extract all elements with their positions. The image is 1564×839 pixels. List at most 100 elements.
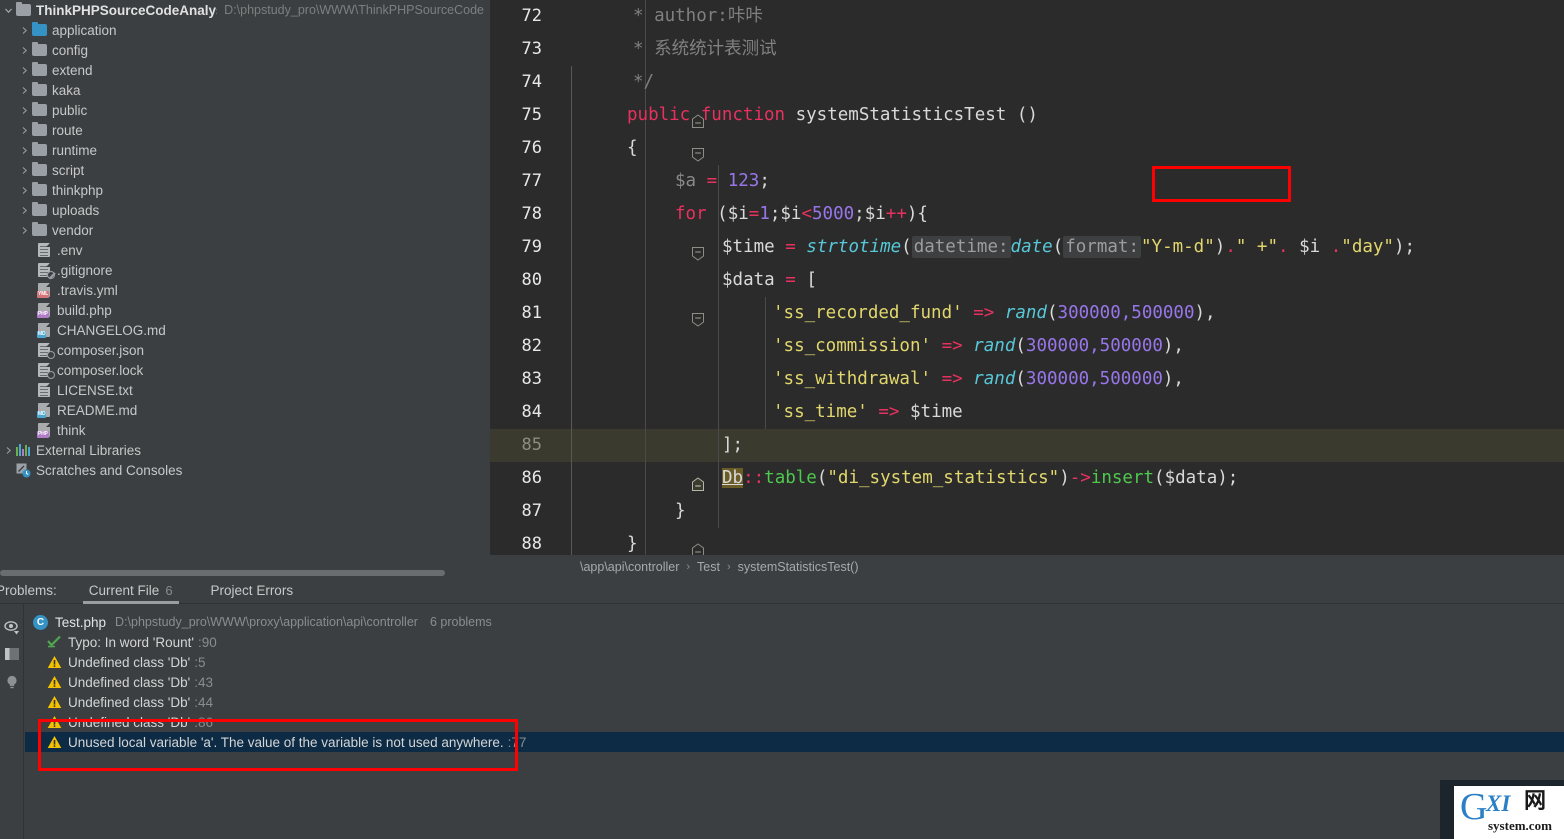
code-line[interactable]: 86 Db::table("di_system_statistics")->in… [490,462,1564,495]
fold-region-start-icon[interactable] [565,108,705,162]
tree-row-route[interactable]: route [0,120,490,140]
scrollbar-thumb[interactable] [0,570,445,576]
chevron-right-icon[interactable] [18,26,31,35]
code-token-text: ); [1217,468,1239,488]
code-line[interactable]: 78 for ($i=1;$i<5000;$i++){ [490,198,1564,261]
code-line[interactable]: 88 } [490,528,1564,555]
tree-row-readme-md[interactable]: MD README.md [0,400,490,420]
problems-list[interactable]: C Test.php D:\phpstudy_pro\WWW\proxy\app… [25,604,1564,839]
code-line[interactable]: 74 */ [490,66,1564,128]
chevron-right-icon[interactable] [18,126,31,135]
tree-row-composer-lock[interactable]: composer.lock [0,360,490,380]
project-tree-panel[interactable]: ThinkPHPSourceCodeAnalysis D:\phpstudy_p… [0,0,490,578]
chevron-right-icon[interactable] [18,146,31,155]
problem-row[interactable]: Typo: In word 'Rount' :90 [25,632,1564,652]
chevron-right-icon[interactable] [18,86,31,95]
tree-row-external-libraries[interactable]: External Libraries [0,440,490,460]
chevron-right-icon[interactable] [18,166,31,175]
code-token-number: 300000,500000 [1025,336,1163,356]
php-class-badge: C [33,614,48,630]
fold-region-end-icon[interactable] [565,438,705,491]
tree-row-script[interactable]: script [0,160,490,180]
tree-row-root[interactable]: ThinkPHPSourceCodeAnalysis D:\phpstudy_p… [0,0,490,20]
tree-row-kaka[interactable]: kaka [0,80,490,100]
problem-row[interactable]: Undefined class 'Db' :44 [25,692,1564,712]
tree-root-label: ThinkPHPSourceCodeAnalysis [36,2,218,18]
breadcrumb[interactable]: \app\api\controller › Test › systemStati… [490,555,1564,578]
code-line[interactable]: 72 * author:咔咔 [490,0,1564,33]
tree-row-build-php[interactable]: PHP build.php [0,300,490,320]
problem-row-selected[interactable]: Unused local variable 'a'. The value of … [25,732,1564,752]
breadcrumb-item-namespace[interactable]: \app\api\controller [580,560,679,574]
code-editor[interactable]: 72 * author:咔咔 73 * 系统统计表测试 74 */ 75 pub… [490,0,1564,578]
tree-row-changelog-md[interactable]: MD CHANGELOG.md [0,320,490,340]
breadcrumb-item-method[interactable]: systemStatisticsTest() [738,560,859,574]
tree-row-config[interactable]: config [0,40,490,60]
tab-project-errors[interactable]: Project Errors [205,578,300,604]
chevron-right-icon[interactable] [18,106,31,115]
warning-icon [47,675,62,689]
tree-item-label: Scratches and Consoles [36,462,183,478]
problems-file-group-row[interactable]: C Test.php D:\phpstudy_pro\WWW\proxy\app… [25,612,1564,632]
tree-row-thinkphp[interactable]: thinkphp [0,180,490,200]
problem-line-number: :86 [194,714,213,730]
code-line[interactable]: 73 * 系统统计表测试 [490,33,1564,66]
code-line[interactable]: 83 'ss_withdrawal' => rand(300000,500000… [490,363,1564,396]
code-line[interactable]: 82 'ss_commission' => rand(300000,500000… [490,330,1564,363]
tree-row-travis-yml[interactable]: YML .travis.yml [0,280,490,300]
tree-row-extend[interactable]: extend [0,60,490,80]
fold-region-end-icon[interactable] [565,504,705,555]
code-line[interactable]: 81 'ss_recorded_fund' => rand(300000,500… [490,297,1564,330]
tree-row-vendor[interactable]: vendor [0,220,490,240]
chevron-right-icon[interactable] [18,206,31,215]
fold-region-end-icon[interactable] [565,75,705,128]
chevron-right-icon[interactable] [18,186,31,195]
code-line[interactable]: 76 { [490,132,1564,165]
tree-row-composer-json[interactable]: composer.json [0,340,490,360]
code-token-array-key: 'ss_commission' [773,336,932,356]
chevron-right-icon[interactable] [18,66,31,75]
inspection-eye-icon[interactable] [4,620,20,636]
code-line[interactable]: 77 $a = 123; [490,165,1564,198]
fold-gutter-line [571,396,572,429]
tree-row-application[interactable]: application [0,20,490,40]
indent-guide [645,495,646,528]
layout-panel-icon[interactable] [4,646,20,662]
problem-line-number: :44 [194,694,213,710]
indent-guide [718,264,719,297]
chevron-down-icon[interactable] [2,6,15,15]
code-line-highlighted[interactable]: 85 ]; [490,429,1564,491]
tree-row-gitignore[interactable]: .gitignore [0,260,490,280]
project-tree-horizontal-scrollbar[interactable] [0,568,490,578]
fold-region-start-icon[interactable] [565,273,705,327]
lightbulb-icon[interactable] [4,674,20,690]
indent-guide [718,363,719,396]
breadcrumb-item-class[interactable]: Test [697,560,720,574]
tree-row-env[interactable]: .env [0,240,490,260]
code-token-arrow: => [941,336,963,356]
chevron-right-icon[interactable] [2,446,15,455]
tree-row-public[interactable]: public [0,100,490,120]
code-line[interactable]: 80 $data = [ [490,264,1564,327]
code-line[interactable]: 79 $time = strtotime(datetime: date(forma… [490,231,1564,264]
code-line[interactable]: 87 } [490,495,1564,555]
code-lines-container[interactable]: 72 * author:咔咔 73 * 系统统计表测试 74 */ 75 pub… [490,0,1564,555]
tree-row-think[interactable]: PHP think [0,420,490,440]
tree-row-scratches-and-consoles[interactable]: Scratches and Consoles [0,460,490,480]
code-token-operator: = [706,171,718,191]
tree-row-license-txt[interactable]: LICENSE.txt [0,380,490,400]
code-line[interactable]: 84 'ss_time' => $time [490,396,1564,429]
watermark: G XI 网 system.com [1440,780,1564,839]
code-token-function: rand [1004,303,1047,323]
fold-region-end-icon[interactable] [565,537,579,552]
tree-row-runtime[interactable]: runtime [0,140,490,160]
problem-row[interactable]: Undefined class 'Db' :43 [25,672,1564,692]
fold-region-start-icon[interactable] [565,207,705,261]
tab-current-file[interactable]: Current File 6 [82,578,179,604]
problem-row[interactable]: Undefined class 'Db' :5 [25,652,1564,672]
chevron-right-icon[interactable] [18,46,31,55]
problem-row[interactable]: Undefined class 'Db' :86 [25,712,1564,732]
tree-row-uploads[interactable]: uploads [0,200,490,220]
chevron-right-icon[interactable] [18,226,31,235]
code-line[interactable]: 75 public function systemStatisticsTest … [490,99,1564,162]
